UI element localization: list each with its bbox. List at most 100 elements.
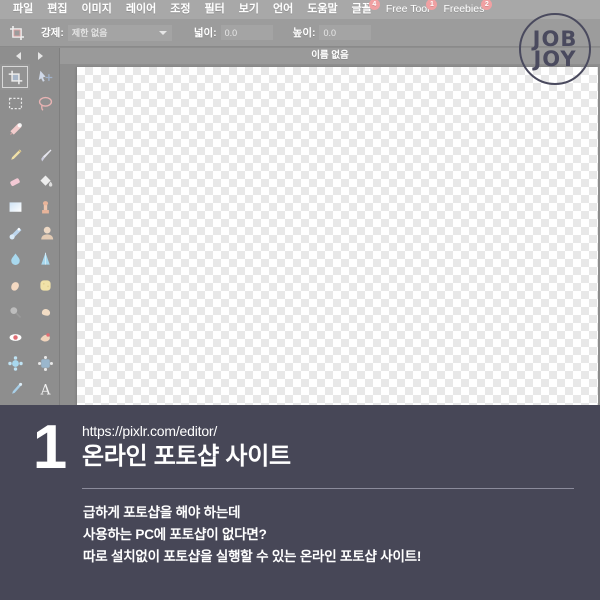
smudge-tool[interactable]	[0, 272, 30, 298]
spacer-tool[interactable]	[30, 116, 60, 142]
eyedropper-tool[interactable]	[0, 376, 30, 402]
gradient-tool[interactable]	[0, 194, 30, 220]
bloat-tool[interactable]	[0, 350, 30, 376]
brush-tool[interactable]	[30, 142, 60, 168]
width-value: 0.0	[224, 27, 238, 38]
menu-item-8[interactable]: 도움말	[300, 0, 344, 19]
magic-wand-tool[interactable]	[0, 116, 30, 142]
color-replace-icon	[7, 225, 24, 242]
move-tool[interactable]	[30, 64, 60, 90]
menu-item-label: 이미지	[81, 3, 112, 15]
tool-palette-nav	[0, 48, 59, 63]
marquee-select-icon	[7, 95, 24, 112]
clone-stamp-tool[interactable]	[30, 194, 60, 220]
height-input[interactable]: 0.0	[319, 25, 372, 40]
menu-item-3[interactable]: 레이어	[119, 0, 163, 19]
menu-bar: 파일 편집 이미지 레이어 조정 필터 보기 언어 도움말 글꼴 4 Free Tool 1 Freebi…	[0, 0, 600, 19]
spot-heal-tool[interactable]	[30, 324, 60, 350]
menu-item-10[interactable]: Free Tool 1	[379, 0, 438, 19]
sponge-tool[interactable]	[30, 272, 60, 298]
water-drop-icon	[7, 251, 24, 268]
pixlr-editor-window: 파일 편집 이미지 레이어 조정 필터 보기 언어 도움말 글꼴 4 Free Tool 1 Freebi…	[0, 0, 600, 405]
eraser-icon	[7, 173, 24, 190]
menu-item-label: 필터	[204, 3, 225, 15]
menu-badge: 2	[481, 0, 493, 10]
menu-item-9[interactable]: 글꼴 4	[345, 0, 380, 19]
menu-item-4[interactable]: 조정	[163, 0, 197, 19]
clone-stamp-icon	[37, 199, 54, 216]
tool-options-bar: 강제: 제한 없음 넓이: 0.0 높이: 0.0	[0, 19, 600, 47]
tool-palette: A	[0, 48, 60, 405]
caption-line: 급하게 포토샵을 해야 하는데	[83, 505, 241, 520]
constraint-value: 제한 없음	[71, 28, 108, 38]
menu-item-label: 보기	[238, 3, 259, 15]
menu-item-11[interactable]: Freebies 2	[436, 0, 493, 19]
height-value: 0.0	[323, 27, 336, 38]
sharpen-tool[interactable]	[30, 246, 60, 272]
menu-item-6[interactable]: 보기	[232, 0, 266, 19]
blur-tool[interactable]	[0, 246, 30, 272]
type-tool[interactable]: A	[30, 376, 60, 402]
paint-bucket-tool[interactable]	[30, 168, 60, 194]
caption-header-text: https://pixlr.com/editor/ 온라인 포토샵 사이트	[74, 417, 291, 472]
crop-icon	[7, 23, 27, 43]
pencil-tool[interactable]	[0, 142, 30, 168]
caption-header: 1 https://pixlr.com/editor/ 온라인 포토샵 사이트	[0, 405, 600, 479]
menu-item-7[interactable]: 언어	[266, 0, 300, 19]
eyedropper-icon	[7, 381, 24, 398]
tool-grid: A	[0, 63, 59, 405]
lasso-tool[interactable]	[30, 90, 60, 116]
menu-item-label: 도움말	[307, 3, 338, 15]
svg-text:A: A	[39, 382, 50, 397]
gradient-icon	[7, 199, 24, 216]
caption-line: 사용하는 PC에 포토샵이 없다면?	[83, 527, 267, 542]
menu-item-2[interactable]: 이미지	[75, 0, 119, 19]
drawing-tool[interactable]	[30, 220, 60, 246]
brush-icon	[37, 147, 54, 164]
menu-item-label: 언어	[273, 3, 294, 15]
pinch-tool[interactable]	[30, 350, 60, 376]
pencil-icon	[7, 147, 24, 164]
magic-wand-icon	[7, 121, 24, 138]
text-a-icon: A	[37, 381, 54, 397]
page-root: 파일 편집 이미지 레이어 조정 필터 보기 언어 도움말 글꼴 4 Free Tool 1 Freebi…	[0, 0, 600, 600]
step-number: 1	[32, 413, 68, 482]
crop-tool[interactable]	[0, 64, 30, 90]
paint-bucket-icon	[37, 173, 54, 190]
burn-hand-icon	[37, 303, 54, 320]
color-replace-tool[interactable]	[0, 220, 30, 246]
prev-tools-arrow[interactable]	[16, 51, 22, 60]
caption-panel: 1 https://pixlr.com/editor/ 온라인 포토샵 사이트 …	[0, 405, 600, 600]
move-arrow-icon	[37, 69, 54, 86]
red-eye-icon	[7, 329, 24, 346]
chevron-down-icon	[158, 30, 167, 35]
burn-tool[interactable]	[30, 298, 60, 324]
blank-icon	[37, 121, 54, 138]
caption-body: 급하게 포토샵을 해야 하는데사용하는 PC에 포토샵이 없다면? 따로 설치없이…	[0, 489, 600, 568]
dodge-tool[interactable]	[0, 298, 30, 324]
caption-line: 따로 설치없이 포토샵을 실행할 수 있는 온라인 포토샵 사이트!	[83, 549, 422, 564]
menu-item-label: Freebies	[443, 3, 485, 15]
canvas-surface[interactable]	[77, 67, 598, 405]
red-eye-tool[interactable]	[0, 324, 30, 350]
width-label: 넓이:	[193, 27, 217, 39]
menu-item-1[interactable]: 편집	[40, 0, 74, 19]
constraint-select[interactable]: 제한 없음	[67, 24, 172, 41]
menu-item-5[interactable]: 필터	[198, 0, 232, 19]
logo-line-2: JOY	[533, 47, 577, 71]
menu-item-label: 레이어	[125, 3, 157, 15]
menu-item-label: 파일	[13, 3, 34, 15]
menu-item-0[interactable]: 파일	[6, 0, 40, 19]
marquee-select-tool[interactable]	[0, 90, 30, 116]
width-input[interactable]: 0.0	[220, 25, 273, 40]
finger-smudge-icon	[7, 277, 24, 294]
menu-item-label: 조정	[170, 3, 191, 15]
canvas-area: 이름 없음	[60, 48, 600, 405]
sharpen-cone-icon	[37, 251, 54, 268]
next-tools-arrow[interactable]	[37, 51, 43, 60]
site-url: https://pixlr.com/editor/	[82, 423, 218, 439]
menu-item-label: 편집	[47, 3, 68, 15]
eraser-tool[interactable]	[0, 168, 30, 194]
crop-icon	[7, 69, 24, 86]
menu-item-label: Free Tool	[385, 3, 430, 15]
